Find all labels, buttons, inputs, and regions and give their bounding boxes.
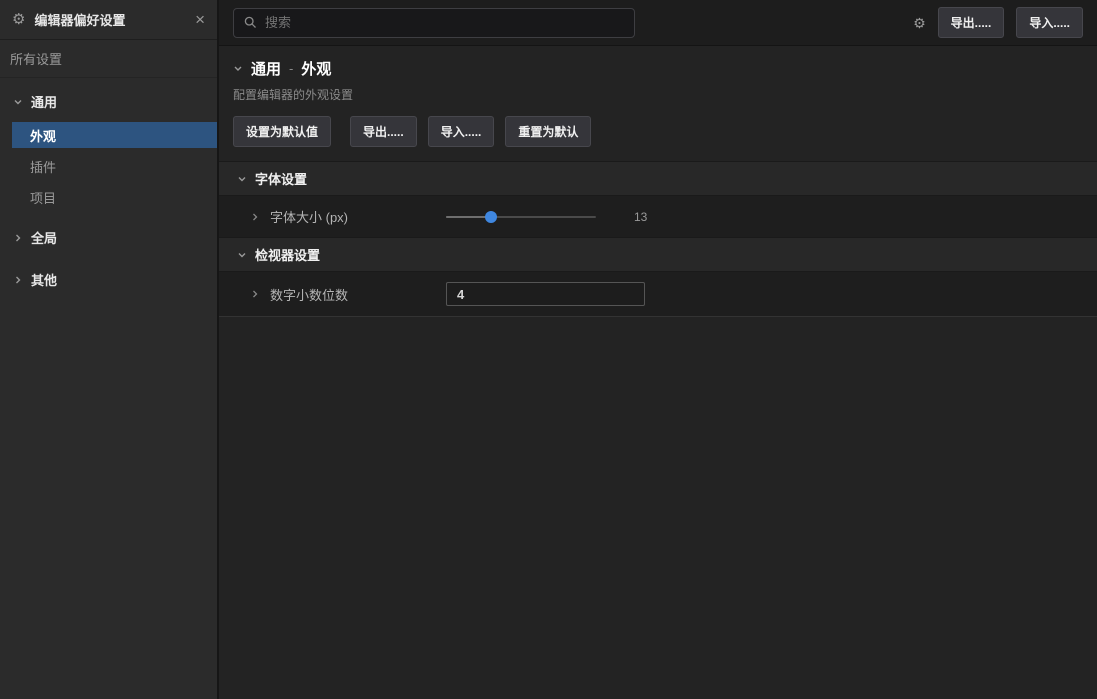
sidebar-item-plugins[interactable]: 插件 (0, 151, 217, 182)
header-buttons: 设置为默认值 导出..... 导入..... 重置为默认 (233, 116, 1083, 147)
sidebar-item-global[interactable]: 全局 (0, 220, 217, 255)
section-title: 检视器设置 (255, 245, 320, 264)
breadcrumb[interactable]: 通用 - 外观 (233, 58, 1083, 79)
sidebar-item-appearance[interactable]: 外观 (12, 122, 217, 148)
editor-preferences-dialog: ⚙ 编辑器偏好设置 × 所有设置 通用 外观 插件 项目 (0, 0, 1097, 699)
main-panel: ⚙ 导出..... 导入..... 通用 - 外观 配置编辑器的外观设置 设置为… (219, 0, 1097, 699)
breadcrumb-parent: 通用 (251, 58, 281, 79)
setting-row-decimal-places: 数字小数位数 (219, 272, 1097, 317)
sidebar-item-all-settings[interactable]: 所有设置 (0, 40, 217, 78)
search-box[interactable] (233, 8, 635, 38)
page-title: 外观 (301, 58, 331, 79)
sidebar-item-label: 插件 (30, 157, 56, 176)
empty-content-area (219, 317, 1097, 699)
font-size-slider[interactable] (446, 211, 596, 223)
setting-label: 字体大小 (px) (270, 207, 348, 226)
section-subtitle: 配置编辑器的外观设置 (233, 86, 1083, 103)
slider-thumb[interactable] (485, 211, 497, 223)
export-settings-button[interactable]: 导出..... (350, 116, 417, 147)
close-icon[interactable]: × (195, 11, 205, 28)
sidebar-item-projects[interactable]: 项目 (0, 182, 217, 213)
import-button[interactable]: 导入..... (1016, 7, 1083, 38)
sidebar: ⚙ 编辑器偏好设置 × 所有设置 通用 外观 插件 项目 (0, 0, 219, 699)
font-size-value: 13 (634, 210, 647, 224)
chevron-down-icon (237, 174, 247, 184)
chevron-down-icon (233, 63, 243, 74)
section-header-block: 通用 - 外观 配置编辑器的外观设置 设置为默认值 导出..... 导入....… (219, 46, 1097, 161)
sidebar-item-label: 外观 (30, 126, 56, 145)
dialog-title: 编辑器偏好设置 (34, 10, 186, 29)
section-inspector-settings[interactable]: 检视器设置 (219, 237, 1097, 272)
section-title: 字体设置 (255, 169, 307, 188)
settings-tree: 通用 外观 插件 项目 全局 其他 (0, 78, 217, 297)
setting-label-wrap[interactable]: 字体大小 (px) (219, 207, 446, 226)
search-icon (244, 16, 257, 29)
import-settings-button[interactable]: 导入..... (428, 116, 495, 147)
decimal-places-input[interactable] (446, 282, 645, 306)
export-button[interactable]: 导出..... (938, 7, 1005, 38)
sidebar-item-label: 项目 (30, 188, 56, 207)
settings-gear-icon[interactable]: ⚙ (913, 16, 926, 30)
chevron-down-icon (237, 250, 247, 260)
set-default-button[interactable]: 设置为默认值 (233, 116, 331, 147)
setting-label: 数字小数位数 (270, 285, 348, 304)
search-input[interactable] (265, 15, 624, 30)
reset-default-button[interactable]: 重置为默认 (505, 116, 591, 147)
setting-label-wrap[interactable]: 数字小数位数 (219, 285, 446, 304)
breadcrumb-separator: - (289, 61, 293, 76)
sidebar-item-other[interactable]: 其他 (0, 262, 217, 297)
chevron-right-icon (250, 212, 260, 222)
sidebar-item-general[interactable]: 通用 (0, 84, 217, 119)
section-font-settings[interactable]: 字体设置 (219, 161, 1097, 196)
setting-row-font-size: 字体大小 (px) 13 (219, 196, 1097, 237)
chevron-right-icon (13, 233, 23, 243)
sidebar-item-label: 其他 (31, 270, 57, 289)
all-settings-label: 所有设置 (10, 49, 62, 68)
settings-content: 通用 - 外观 配置编辑器的外观设置 设置为默认值 导出..... 导入....… (219, 46, 1097, 699)
sidebar-item-label: 通用 (31, 92, 57, 111)
chevron-down-icon (13, 97, 23, 107)
chevron-right-icon (13, 275, 23, 285)
topbar: ⚙ 导出..... 导入..... (219, 0, 1097, 46)
chevron-right-icon (250, 289, 260, 299)
gear-icon: ⚙ (12, 12, 25, 27)
sidebar-item-label: 全局 (31, 228, 57, 247)
dialog-titlebar: ⚙ 编辑器偏好设置 × (0, 0, 217, 40)
